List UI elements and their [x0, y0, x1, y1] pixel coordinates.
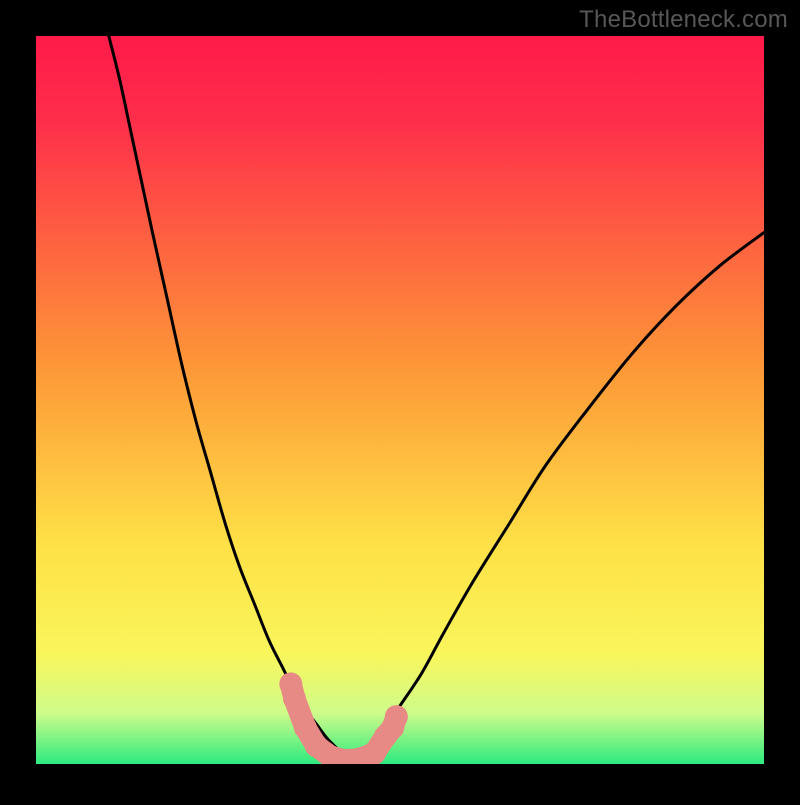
marker-dot: [283, 687, 306, 710]
bottleneck-chart: [0, 0, 800, 800]
gradient-background: [36, 36, 764, 764]
chart-stage: TheBottleneck.com: [0, 0, 800, 800]
marker-dot: [385, 705, 408, 728]
